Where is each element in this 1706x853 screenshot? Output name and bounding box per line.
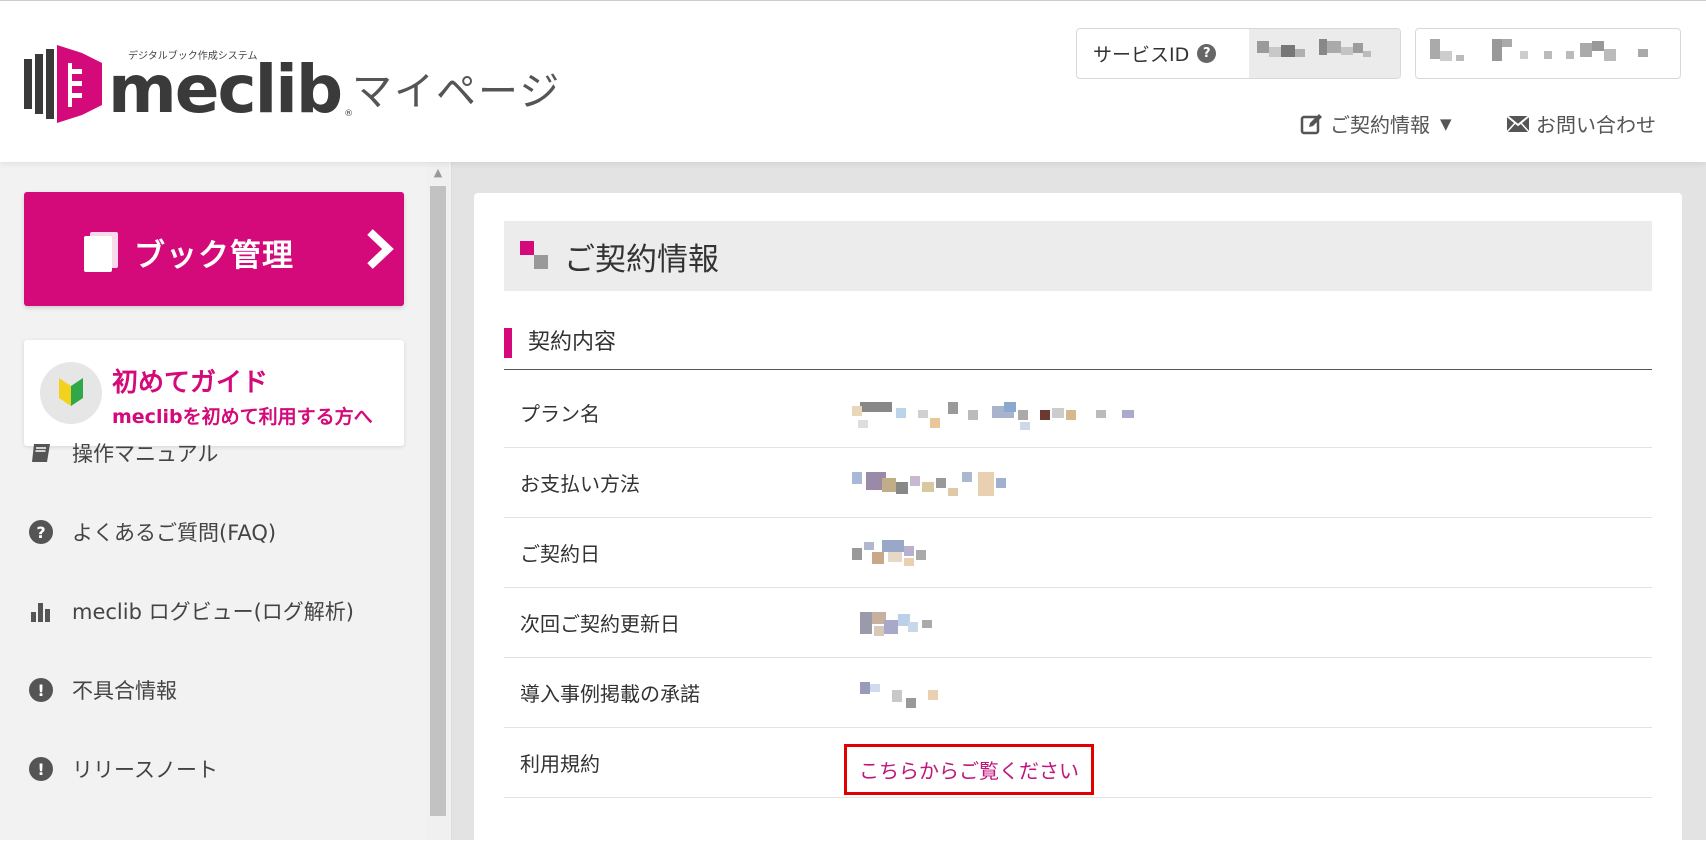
terms-value: こちらからご覧ください xyxy=(844,728,1652,797)
sidebar-item-bug-info[interactable]: ! 不具合情報 xyxy=(28,675,177,705)
renewal-date-value-redacted xyxy=(844,588,1652,657)
table-row: 次回ご契約更新日 xyxy=(504,588,1652,658)
card-header: ご契約情報 xyxy=(504,221,1652,291)
service-id-box: サービスID ? xyxy=(1076,28,1401,79)
envelope-icon xyxy=(1506,114,1530,132)
row-label: ご契約日 xyxy=(520,542,600,566)
card-title: ご契約情報 xyxy=(564,241,719,278)
top-header: デジタルブック作成システム meclib ® マイページ サービスID ? ご契… xyxy=(0,0,1706,162)
guide-title: 初めてガイド xyxy=(112,368,269,398)
exclamation-circle-icon: ! xyxy=(28,677,54,703)
section-title: 契約内容 xyxy=(528,330,617,355)
book-management-label: ブック管理 xyxy=(134,238,294,274)
row-label: プラン名 xyxy=(520,402,600,426)
nav-contact-label: お問い合わせ xyxy=(1536,113,1656,137)
sidebar-item-release-notes[interactable]: ! リリースノート xyxy=(28,754,218,784)
book-stack-icon xyxy=(84,232,118,272)
question-circle-icon: ? xyxy=(28,519,54,545)
service-id-label: サービスID ? xyxy=(1077,29,1249,78)
help-icon[interactable]: ? xyxy=(1197,44,1217,63)
squares-icon xyxy=(520,241,550,271)
sidebar-item-label: 操作マニュアル xyxy=(72,442,219,466)
beginner-guide-card[interactable]: 初めてガイド meclibを初めて利用する方へ xyxy=(24,340,404,446)
nav-contract-info-dropdown[interactable]: ご契約情報 ▼ xyxy=(1300,109,1452,138)
scroll-up-arrow-icon[interactable]: ▲ xyxy=(427,166,449,180)
caret-down-icon: ▼ xyxy=(1440,114,1452,133)
table-row: 導入事例掲載の承諾 xyxy=(504,658,1652,728)
sidebar-scrollbar[interactable]: ▲ xyxy=(427,162,449,840)
row-label: 次回ご契約更新日 xyxy=(520,612,680,636)
sidebar-item-label: meclib ログビュー(ログ解析) xyxy=(72,600,354,624)
row-label: 利用規約 xyxy=(520,752,600,776)
logo-subtext: デジタルブック作成システム xyxy=(128,51,258,62)
exclamation-circle-icon: ! xyxy=(28,756,54,782)
chevron-right-icon xyxy=(367,229,394,269)
sidebar-item-log-view[interactable]: meclib ログビュー(ログ解析) xyxy=(28,596,354,626)
table-row: プラン名 xyxy=(504,378,1652,448)
beginner-leaf-icon xyxy=(59,378,83,406)
nav-contract-label: ご契約情報 xyxy=(1330,113,1430,137)
edit-icon xyxy=(1300,113,1322,134)
scrollbar-thumb[interactable] xyxy=(430,186,446,816)
service-id-text: サービスID xyxy=(1093,44,1190,66)
book-icon xyxy=(28,440,54,466)
sidebar-item-label: リリースノート xyxy=(72,758,218,782)
meclib-logo[interactable]: デジタルブック作成システム meclib ® xyxy=(24,45,353,128)
section-header: 契約内容 xyxy=(504,328,1652,370)
table-row: お支払い方法 xyxy=(504,448,1652,518)
payment-method-value-redacted xyxy=(844,448,1652,517)
row-label: 導入事例掲載の承諾 xyxy=(520,682,700,706)
service-id-value-redacted xyxy=(1249,29,1400,78)
terms-of-use-link[interactable]: こちらからご覧ください xyxy=(844,744,1094,795)
table-row: ご契約日 xyxy=(504,518,1652,588)
sidebar-item-faq[interactable]: ? よくあるご質問(FAQ) xyxy=(28,517,276,547)
section-accent-bar xyxy=(504,328,512,358)
user-account-box-redacted[interactable] xyxy=(1415,28,1681,79)
contract-date-value-redacted xyxy=(844,518,1652,587)
plan-name-value-redacted xyxy=(844,378,1652,447)
book-management-button[interactable]: ブック管理 xyxy=(24,192,404,306)
beginner-mark-badge xyxy=(40,362,102,424)
table-row: 利用規約 こちらからご覧ください xyxy=(504,728,1652,798)
logo-wordmark: meclib xyxy=(108,51,343,128)
sidebar-item-manual[interactable]: 操作マニュアル xyxy=(28,438,218,468)
page-title: マイページ xyxy=(352,69,562,115)
sidebar-item-label: よくあるご質問(FAQ) xyxy=(72,521,277,545)
sidebar: ブック管理 初めてガイド meclibを初めて利用する方へ 操作マニュアル ? … xyxy=(0,162,452,840)
guide-subtitle: meclibを初めて利用する方へ xyxy=(112,406,373,428)
row-label: お支払い方法 xyxy=(520,472,640,496)
contract-info-card: ご契約情報 契約内容 プラン名 お支払い方法 ご契約日 次回ご契約更新日 導入事… xyxy=(474,193,1682,853)
bar-chart-icon xyxy=(28,598,54,624)
case-study-consent-value-redacted xyxy=(844,658,1652,727)
nav-contact-link[interactable]: お問い合わせ xyxy=(1506,109,1656,138)
meclib-logo-mark-icon xyxy=(24,45,102,123)
sidebar-item-label: 不具合情報 xyxy=(72,679,177,703)
